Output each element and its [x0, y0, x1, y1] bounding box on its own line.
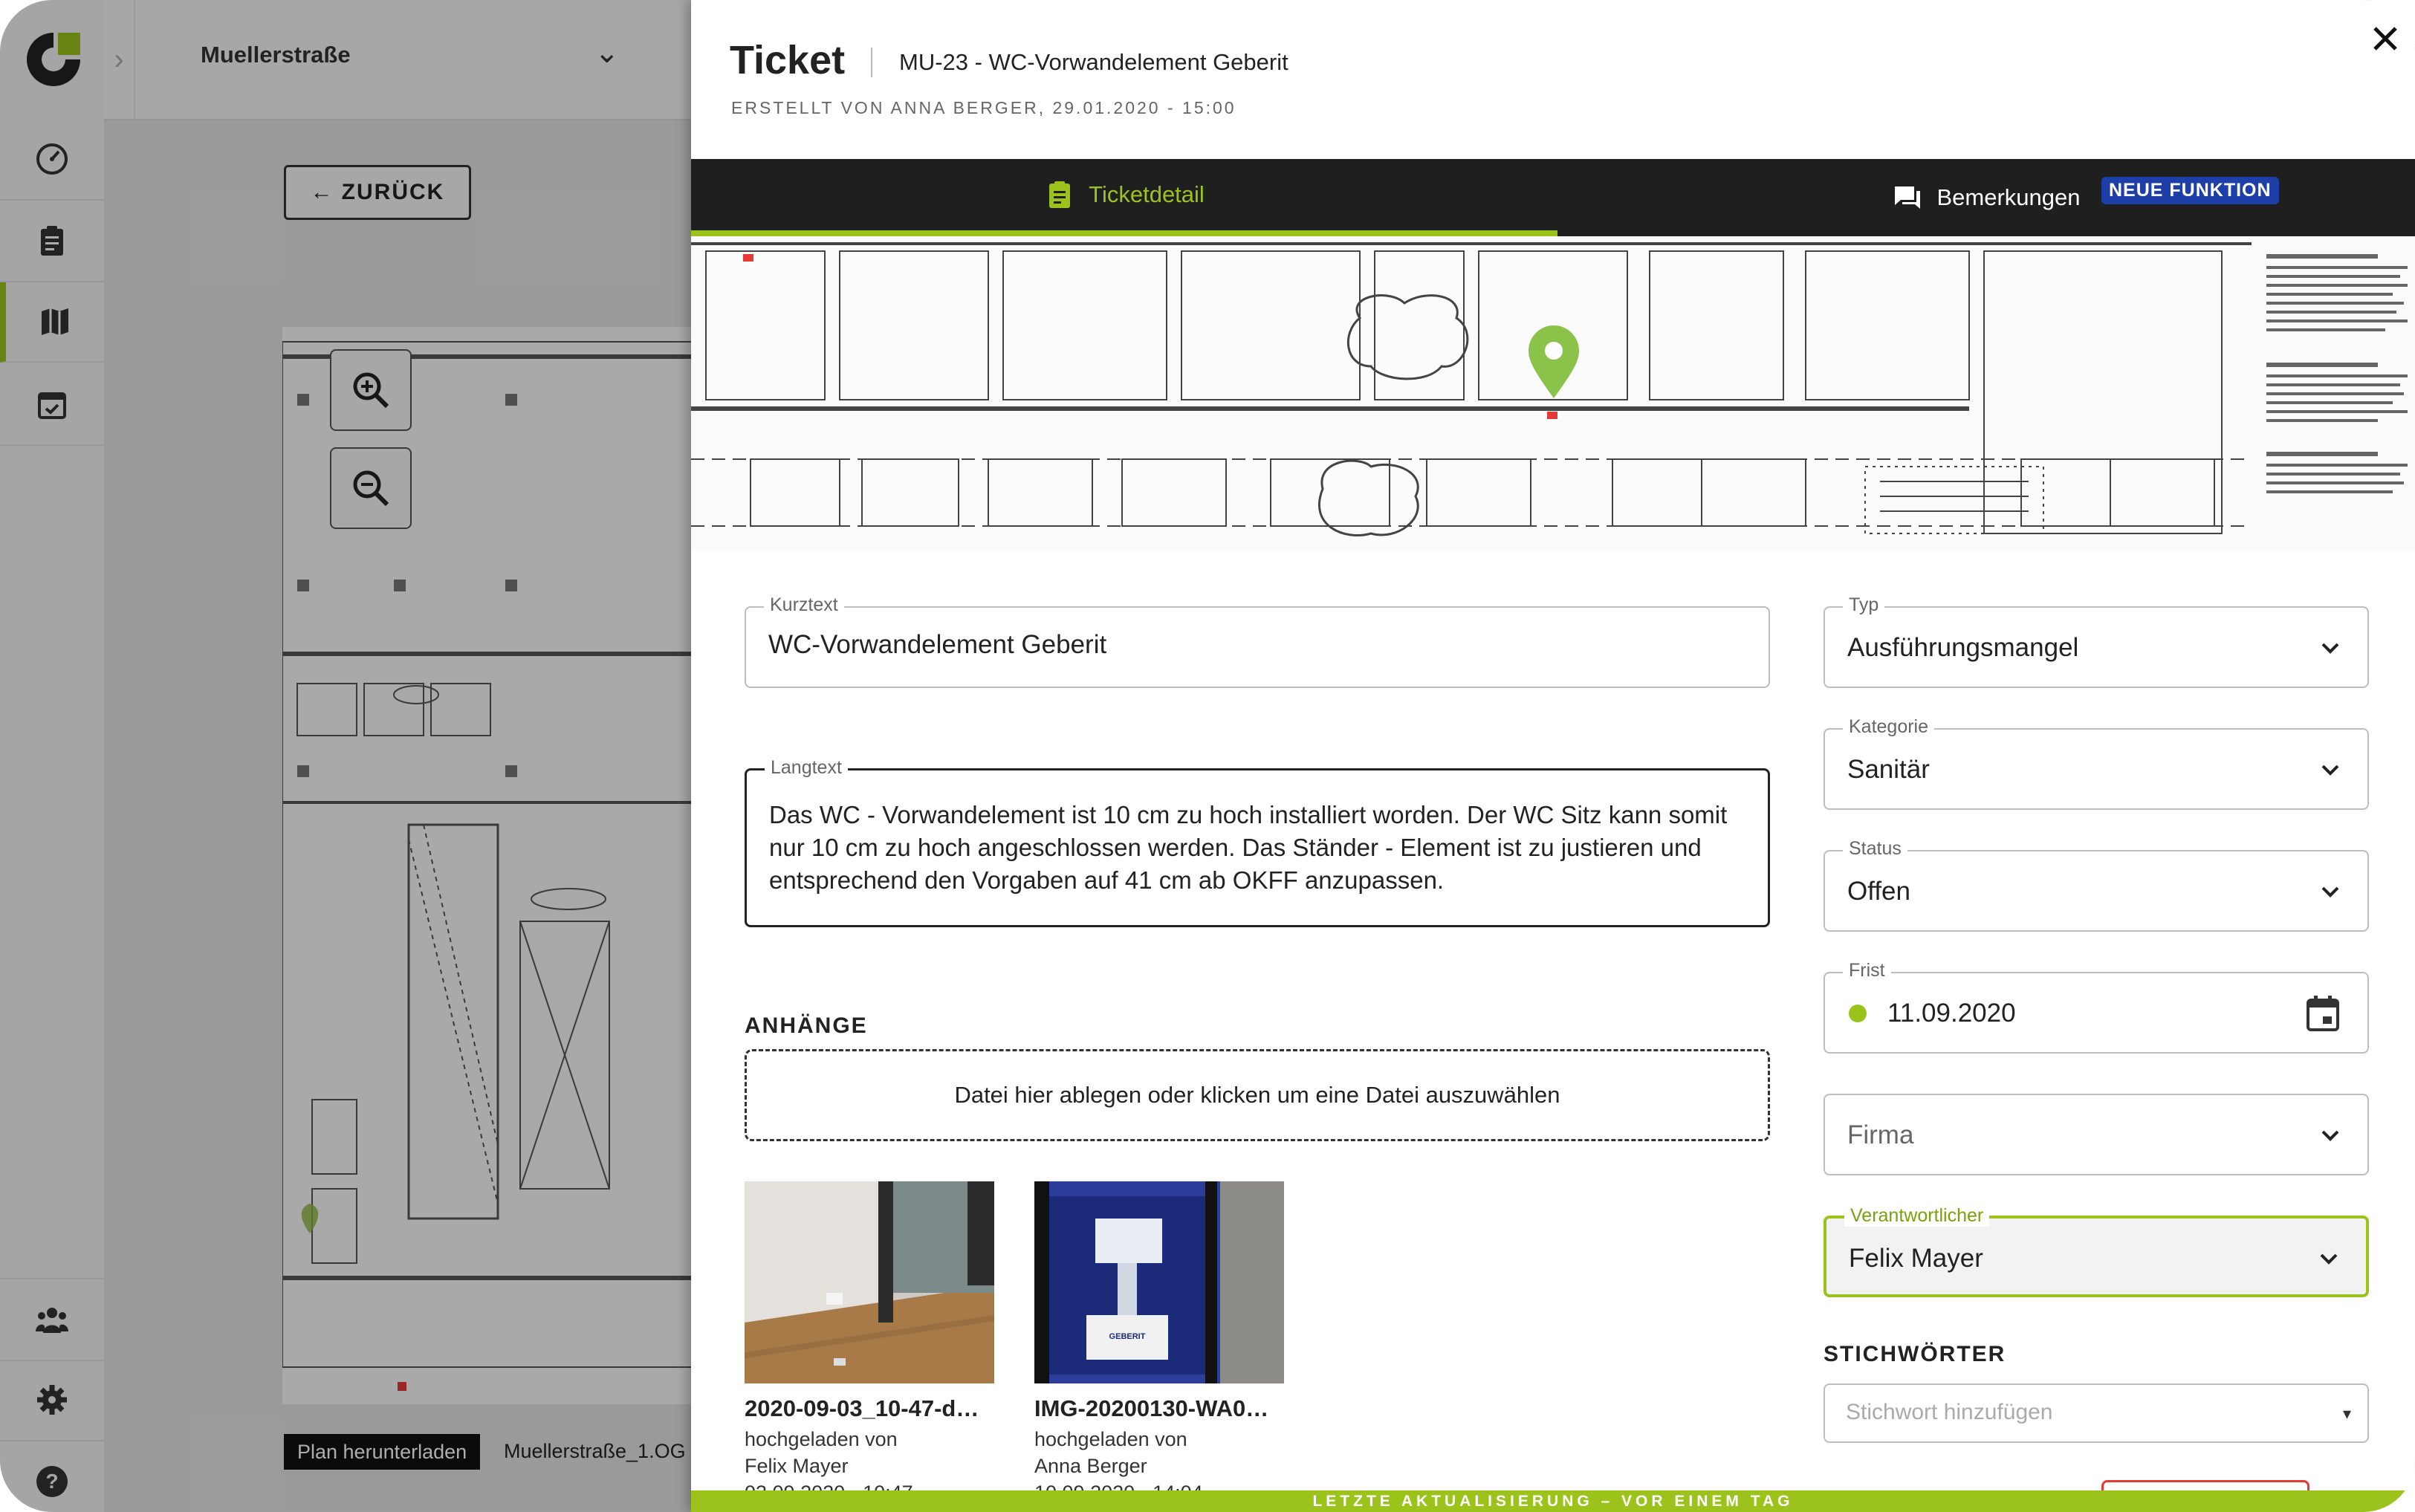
clipboard-icon [1049, 181, 1071, 208]
delete-button[interactable] [2101, 1480, 2309, 1490]
modal-backdrop[interactable] [0, 0, 691, 1512]
chevron-down-icon [2321, 1130, 2339, 1141]
verantwortlicher-label: Verantwortlicher [1844, 1205, 1990, 1227]
firma-select[interactable]: Firma [1824, 1094, 2369, 1175]
tab-ticketdetail[interactable]: Ticketdetail [691, 159, 1557, 236]
chevron-down-icon [2321, 765, 2339, 776]
typ-value: Ausführungsmangel [1847, 633, 2079, 662]
tab-ticketdetail-label: Ticketdetail [1089, 181, 1205, 207]
status-value: Offen [1847, 877, 1910, 906]
langtext-value: Das WC - Vorwandelement ist 10 cm zu hoc… [769, 801, 1728, 894]
firma-placeholder: Firma [1847, 1120, 1914, 1149]
location-pin-icon[interactable] [1527, 325, 1581, 400]
frist-datepicker[interactable]: Frist 11.09.2020 [1824, 960, 2369, 1054]
verantwortlicher-select[interactable]: Verantwortlicher Felix Mayer [1824, 1205, 2369, 1297]
ticket-panel: Ticket MU-23 - WC-Vorwandelement Geberit… [691, 0, 2415, 1512]
attachment-thumbnail-1[interactable] [745, 1181, 994, 1383]
typ-label: Typ [1843, 594, 1885, 616]
caret-down-icon: ▾ [2342, 1404, 2351, 1423]
ticket-plan-preview[interactable] [691, 236, 2415, 551]
last-update-bar: LETZTE AKTUALISIERUNG – VOR EINEM TAG [691, 1490, 2415, 1512]
file-dropzone[interactable]: Datei hier ablegen oder klicken um eine … [745, 1049, 1770, 1141]
tab-bemerkungen-label: Bemerkungen [1936, 184, 2081, 210]
svg-text:GEBERIT: GEBERIT [1109, 1332, 1146, 1341]
app-frame: ? › Muellerstraße ⌄ ← ZURÜCK Plan herunt… [0, 0, 2415, 1512]
created-info: ERSTELLT VON ANNA BERGER, 29.01.2020 - 1… [731, 98, 1236, 117]
panel-title: Ticket [730, 38, 846, 82]
attachment-name-1[interactable]: 2020-09-03_10-47-d… [745, 1395, 979, 1422]
chevron-down-icon [2321, 886, 2339, 898]
typ-select[interactable]: Typ Ausführungsmangel [1824, 594, 2369, 688]
kategorie-label: Kategorie [1843, 716, 1935, 738]
close-icon[interactable] [2366, 19, 2405, 58]
status-select[interactable]: Status Offen [1824, 838, 2369, 932]
kurztext-value: WC-Vorwandelement Geberit [768, 630, 1107, 659]
frist-value: 11.09.2020 [1887, 999, 2016, 1028]
stichwort-input[interactable]: Stichwort hinzufügen ▾ [1824, 1383, 2369, 1443]
attachments-heading: ANHÄNGE [745, 1013, 868, 1038]
calendar-icon[interactable] [2305, 994, 2341, 1033]
attachment-thumbnail-2[interactable]: GEBERIT [1034, 1181, 1284, 1383]
kurztext-field[interactable]: Kurztext WC-Vorwandelement Geberit [745, 594, 1770, 688]
attachment-uploader-1: Felix Mayer [745, 1455, 849, 1477]
attachment-uploader-2: Anna Berger [1034, 1455, 1147, 1477]
new-feature-badge: NEUE FUNKTION [2101, 177, 2279, 204]
stichwoerter-heading: STICHWÖRTER [1824, 1342, 2006, 1366]
status-dot-icon [1849, 1005, 1867, 1022]
chevron-down-icon [2320, 1253, 2338, 1265]
chevron-down-icon [2321, 643, 2339, 654]
status-label: Status [1843, 838, 1907, 860]
attachment-uploaded-1: hochgeladen von [745, 1428, 898, 1450]
kategorie-value: Sanitär [1847, 755, 1930, 784]
title-divider [871, 48, 872, 77]
stichwort-placeholder: Stichwort hinzufügen [1846, 1400, 2053, 1424]
verantwortlicher-value: Felix Mayer [1849, 1244, 1983, 1273]
ticket-id: MU-23 - WC-Vorwandelement Geberit [899, 49, 1288, 75]
attachment-name-2[interactable]: IMG-20200130-WA0… [1034, 1395, 1268, 1422]
langtext-field[interactable]: Langtext Das WC - Vorwandelement ist 10 … [745, 757, 1770, 927]
comments-icon [1895, 186, 1921, 209]
kategorie-select[interactable]: Kategorie Sanitär [1824, 716, 2369, 810]
kurztext-label: Kurztext [764, 594, 844, 616]
langtext-label: Langtext [765, 757, 848, 779]
frist-label: Frist [1843, 960, 1891, 981]
photo-floor-image [745, 1181, 994, 1383]
attachment-uploaded-2: hochgeladen von [1034, 1428, 1187, 1450]
photo-wc-element-image: GEBERIT [1034, 1181, 1284, 1383]
tab-bemerkungen[interactable]: Bemerkungen [1557, 159, 2415, 236]
